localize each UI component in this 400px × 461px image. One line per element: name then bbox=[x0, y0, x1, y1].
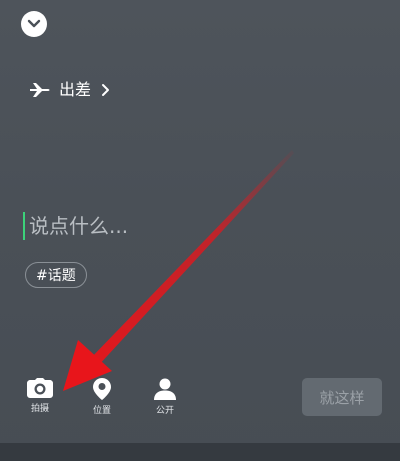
bottom-bar bbox=[0, 443, 400, 461]
confirm-button[interactable]: 就这样 bbox=[302, 378, 382, 416]
visibility-label: 公开 bbox=[155, 406, 174, 416]
compose-area[interactable] bbox=[23, 210, 363, 242]
status-label: 出差 bbox=[59, 80, 92, 99]
location-label: 位置 bbox=[92, 406, 111, 416]
visibility-button[interactable]: 公开 bbox=[145, 378, 185, 417]
camera-icon bbox=[27, 378, 53, 398]
status-selector[interactable]: 出差 bbox=[29, 80, 110, 100]
camera-label: 拍摄 bbox=[30, 404, 49, 414]
collapse-button[interactable] bbox=[21, 11, 47, 37]
chevron-down-icon bbox=[27, 19, 41, 28]
person-icon bbox=[154, 378, 176, 400]
chevron-right-icon bbox=[99, 83, 110, 97]
camera-button[interactable]: 拍摄 bbox=[20, 378, 60, 415]
topic-chip[interactable]: #话题 bbox=[25, 262, 87, 288]
airplane-icon bbox=[29, 82, 51, 98]
text-caret bbox=[23, 212, 25, 240]
location-pin-icon bbox=[93, 378, 111, 400]
location-button[interactable]: 位置 bbox=[82, 378, 122, 417]
compose-screen: 出差 #话题 拍摄 位置 公开 就这样 bbox=[0, 0, 400, 461]
compose-input[interactable] bbox=[29, 214, 329, 238]
